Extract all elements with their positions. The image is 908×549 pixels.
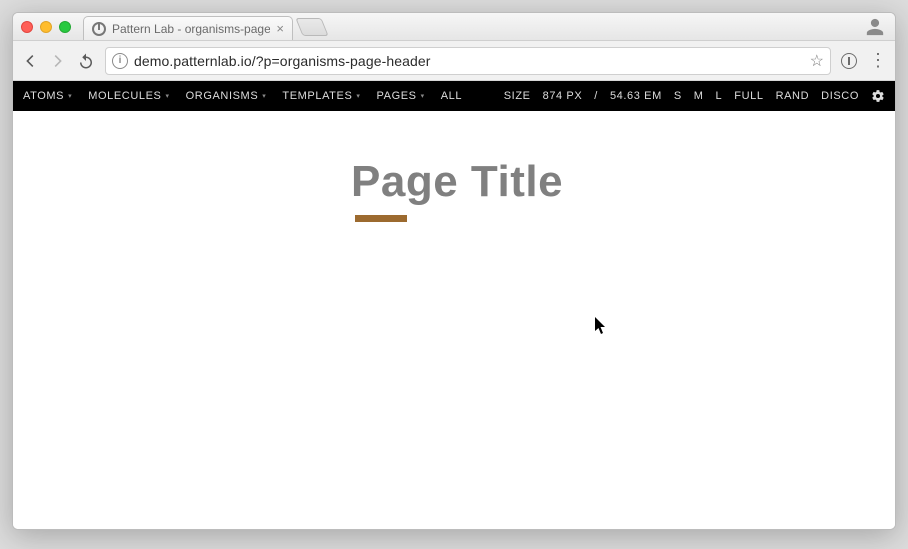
- size-label: SIZE: [504, 90, 531, 102]
- chevron-down-icon: ▾: [356, 92, 360, 100]
- nav-label: TEMPLATES: [282, 90, 352, 102]
- nav-label: ORGANISMS: [186, 90, 259, 102]
- tab-title: Pattern Lab - organisms-page: [112, 22, 270, 36]
- nav-organisms[interactable]: ORGANISMS ▾: [186, 90, 267, 102]
- chevron-down-icon: ▾: [166, 92, 170, 100]
- chevron-down-icon: ▾: [262, 92, 266, 100]
- minimize-window-button[interactable]: [40, 21, 52, 33]
- title-underline: [355, 215, 407, 222]
- chrome-menu-button[interactable]: ⋮: [869, 50, 887, 71]
- tab-strip: Pattern Lab - organisms-page ×: [83, 13, 325, 40]
- size-preset-l[interactable]: L: [716, 90, 723, 102]
- browser-window: Pattern Lab - organisms-page × i demo.pa…: [12, 12, 896, 530]
- reload-button[interactable]: [77, 52, 95, 70]
- cursor-icon: [595, 317, 607, 335]
- chevron-down-icon: ▾: [421, 92, 425, 100]
- page-title: Page Title: [13, 157, 895, 207]
- nav-label: MOLECULES: [88, 90, 161, 102]
- traffic-lights: [21, 21, 71, 33]
- browser-tab-active[interactable]: Pattern Lab - organisms-page ×: [83, 16, 293, 40]
- gear-icon[interactable]: [871, 89, 885, 103]
- nav-pages[interactable]: PAGES ▾: [377, 90, 425, 102]
- nav-label: PAGES: [377, 90, 417, 102]
- close-tab-button[interactable]: ×: [276, 22, 284, 35]
- extension-icon[interactable]: [841, 53, 857, 69]
- bookmark-star-icon[interactable]: ☆: [810, 51, 824, 71]
- site-info-icon[interactable]: i: [112, 53, 128, 69]
- new-tab-button[interactable]: [295, 18, 328, 36]
- profile-avatar-icon[interactable]: [865, 17, 885, 37]
- nav-templates[interactable]: TEMPLATES ▾: [282, 90, 360, 102]
- size-value-em[interactable]: 54.63 EM: [610, 90, 662, 102]
- size-value-px[interactable]: 874 PX: [543, 90, 583, 102]
- size-preset-s[interactable]: S: [674, 90, 682, 102]
- url-text: demo.patternlab.io/?p=organisms-page-hea…: [134, 53, 804, 69]
- toolbar-right: ⋮: [841, 50, 887, 71]
- patternlab-nav: ATOMS ▾ MOLECULES ▾ ORGANISMS ▾ TEMPLATE…: [23, 90, 462, 102]
- nav-all[interactable]: ALL: [441, 90, 462, 102]
- size-separator: /: [594, 90, 598, 102]
- patternlab-toolbar: ATOMS ▾ MOLECULES ▾ ORGANISMS ▾ TEMPLATE…: [13, 81, 895, 111]
- size-preset-full[interactable]: FULL: [734, 90, 763, 102]
- size-preset-m[interactable]: M: [694, 90, 704, 102]
- address-bar[interactable]: i demo.patternlab.io/?p=organisms-page-h…: [105, 47, 831, 75]
- globe-icon: [92, 22, 106, 36]
- nav-atoms[interactable]: ATOMS ▾: [23, 90, 72, 102]
- close-window-button[interactable]: [21, 21, 33, 33]
- size-preset-rand[interactable]: RAND: [776, 90, 810, 102]
- back-button[interactable]: [21, 52, 39, 70]
- pattern-viewport: Page Title: [13, 111, 895, 529]
- nav-label: ATOMS: [23, 90, 64, 102]
- chevron-down-icon: ▾: [68, 92, 72, 100]
- nav-label: ALL: [441, 90, 462, 102]
- browser-toolbar: i demo.patternlab.io/?p=organisms-page-h…: [13, 41, 895, 81]
- window-titlebar: Pattern Lab - organisms-page ×: [13, 13, 895, 41]
- patternlab-size-controls: SIZE 874 PX / 54.63 EM S M L FULL RAND D…: [504, 89, 885, 103]
- nav-molecules[interactable]: MOLECULES ▾: [88, 90, 169, 102]
- forward-button[interactable]: [49, 52, 67, 70]
- zoom-window-button[interactable]: [59, 21, 71, 33]
- size-preset-disco[interactable]: DISCO: [821, 90, 859, 102]
